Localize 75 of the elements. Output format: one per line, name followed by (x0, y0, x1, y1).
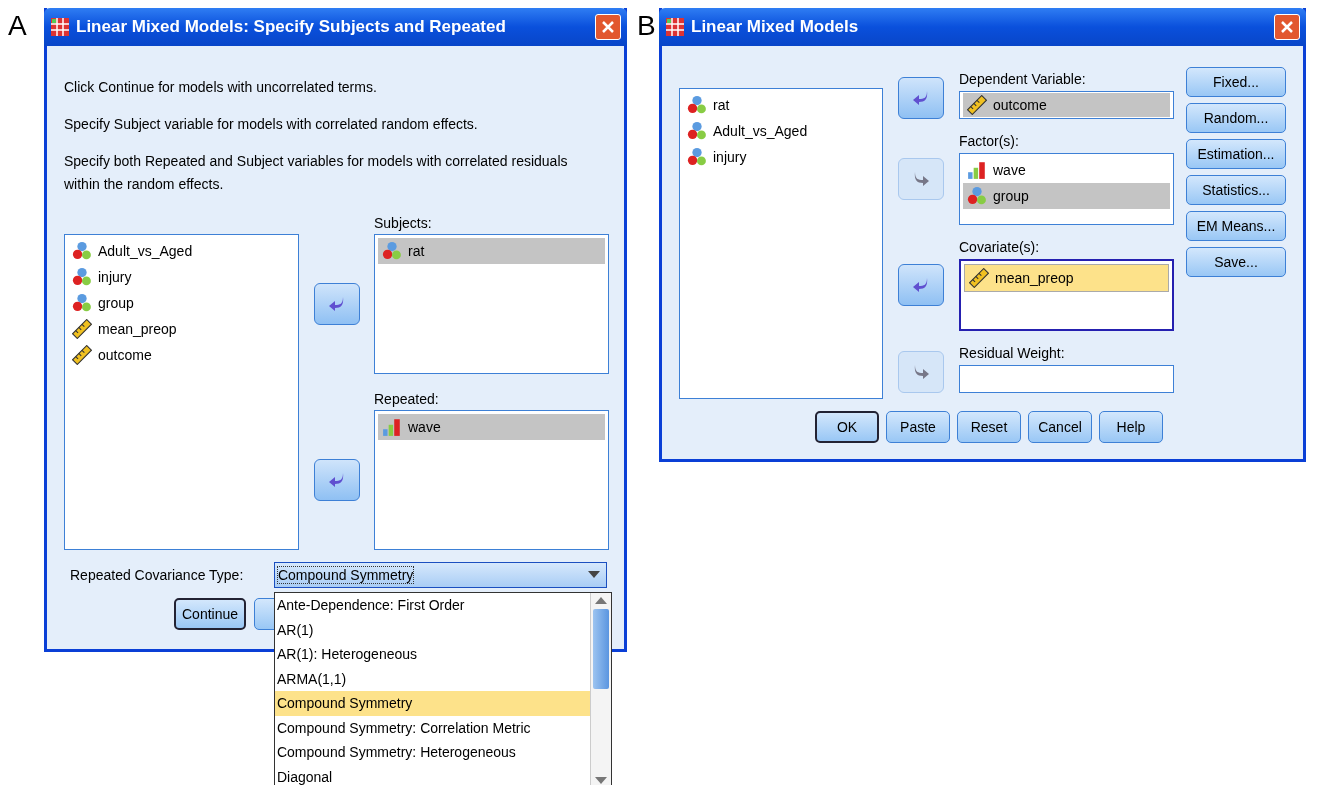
window-title: Linear Mixed Models: Specify Subjects and Repeated (76, 17, 507, 37)
dialog-button[interactable]: OK (815, 411, 879, 443)
move-button[interactable] (898, 351, 944, 393)
variable-item[interactable]: injury (683, 144, 879, 170)
dialog-button[interactable]: Fixed... (1186, 67, 1286, 97)
variable-item[interactable]: outcome (963, 93, 1170, 117)
variable-item[interactable]: mean_preop (68, 316, 295, 342)
variable-item[interactable]: group (963, 183, 1170, 209)
variable-item[interactable]: outcome (68, 342, 295, 368)
panel-label: A (8, 10, 28, 42)
nominal-icon (72, 267, 92, 287)
variable-item[interactable]: rat (378, 238, 605, 264)
list-label: Subjects: (374, 215, 433, 233)
instruction-text: Click Continue for models with uncorrelated terms. (64, 78, 378, 97)
dropdown-option[interactable]: Compound Symmetry: Correlation Metric (274, 715, 590, 740)
variable-item[interactable]: Adult_vs_Aged (683, 118, 879, 144)
close-button[interactable] (595, 14, 621, 40)
nominal-icon (382, 241, 402, 261)
dropdown-option[interactable]: AR(1) (274, 617, 590, 642)
list-label: Covariate(s): (959, 239, 1041, 255)
list-label: Factor(s): (959, 133, 1020, 149)
instruction-text: Specify both Repeated and Subject variables for models with correlated residuals within the random effects. (64, 152, 569, 194)
panel-label: B (637, 10, 657, 42)
variable-item[interactable]: group (68, 290, 295, 316)
move-button[interactable] (898, 158, 944, 200)
close-icon (1280, 20, 1294, 34)
dialog-button[interactable]: Statistics... (1186, 175, 1286, 205)
grid-icon (665, 17, 685, 37)
dialog-button[interactable]: Paste (886, 411, 950, 443)
caret-icon (588, 571, 600, 579)
dialog-button[interactable]: EM Means... (1186, 211, 1286, 241)
move-button[interactable] (898, 264, 944, 306)
nominal-icon (72, 293, 92, 313)
dialog-button[interactable]: Random... (1186, 103, 1286, 133)
variable-item[interactable]: mean_preop (964, 264, 1169, 292)
nominal-icon (72, 241, 92, 261)
dropdown-option[interactable]: AR(1): Heterogeneous (274, 642, 590, 667)
variable-item[interactable]: injury (68, 264, 295, 290)
variable-item[interactable]: wave (378, 414, 605, 440)
dialog-button[interactable]: Continue (174, 598, 247, 630)
variable-item[interactable]: Adult_vs_Aged (68, 238, 295, 264)
scroll-down-icon (594, 777, 607, 785)
scroll-up-icon (594, 597, 607, 605)
bar-chart-icon (382, 417, 402, 437)
dropdown-option[interactable]: Ante-Dependence: First Order (274, 593, 590, 618)
close-button[interactable] (1274, 14, 1300, 40)
dropdown-option[interactable]: Diagonal (274, 764, 590, 785)
window-title: Linear Mixed Models (691, 17, 860, 37)
nominal-icon (687, 95, 707, 115)
dropdown-option[interactable]: Compound Symmetry (274, 691, 590, 716)
move-button[interactable] (313, 459, 360, 501)
close-icon (601, 20, 615, 34)
covariance-dropdown[interactable]: Compound Symmetry (273, 562, 607, 588)
move-button[interactable] (313, 283, 360, 325)
bar-chart-icon (967, 160, 987, 180)
variable-item[interactable]: rat (683, 92, 879, 118)
dialog-button[interactable]: Cancel (1028, 411, 1092, 443)
list-label: Residual Weight: (959, 345, 1066, 361)
nominal-icon (687, 147, 707, 167)
dropdown-option[interactable]: ARMA(1,1) (274, 666, 590, 691)
list-label: Dependent Variable: (959, 71, 1087, 87)
scrollbar[interactable] (589, 593, 611, 785)
dialog-button[interactable]: Save... (1186, 247, 1286, 277)
move-button[interactable] (898, 77, 944, 119)
dialog-button[interactable]: Estimation... (1186, 139, 1286, 169)
dialog-button[interactable]: Reset (957, 411, 1021, 443)
nominal-icon (967, 186, 987, 206)
list-label: Repeated: (374, 391, 440, 409)
variable-item[interactable]: wave (963, 157, 1170, 183)
dropdown-option[interactable]: Compound Symmetry: Heterogeneous (274, 740, 590, 765)
dialog-button[interactable]: Help (1099, 411, 1163, 443)
grid-icon (50, 17, 70, 37)
instruction-text: Specify Subject variable for models with correlated random effects. (64, 115, 479, 134)
nominal-icon (687, 121, 707, 141)
field-label: Repeated Covariance Type: (69, 567, 245, 583)
